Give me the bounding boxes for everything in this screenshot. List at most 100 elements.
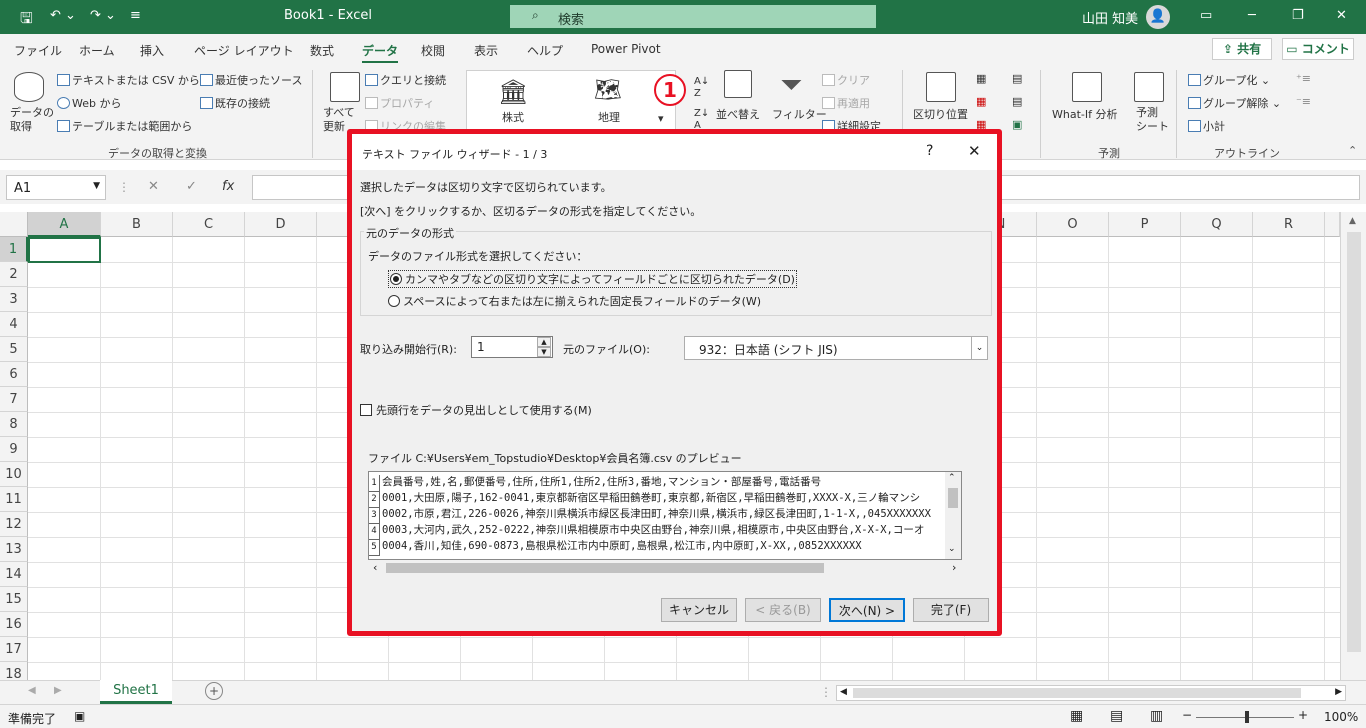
header-checkbox[interactable]: 先頭行をデータの見出しとして使用する(M): [360, 402, 592, 418]
sort-az-icon[interactable]: A↓ Z: [694, 76, 709, 100]
consolidate-icon[interactable]: ▤: [1012, 72, 1022, 85]
column-header[interactable]: Q: [1181, 212, 1253, 237]
name-box-dropdown-icon[interactable]: ▼: [93, 181, 100, 191]
row-header[interactable]: 1: [0, 237, 28, 262]
preview-vscroll-thumb[interactable]: [948, 488, 958, 508]
page-break-view-icon[interactable]: ▥: [1150, 708, 1163, 724]
start-row-spinner[interactable]: 1 ▲ ▼: [471, 336, 553, 358]
horizontal-scroll-thumb[interactable]: [853, 688, 1301, 698]
spin-down-icon[interactable]: ▼: [537, 347, 551, 357]
row-header[interactable]: 15: [0, 587, 28, 612]
minimize-icon[interactable]: ─: [1248, 8, 1256, 23]
save-icon[interactable]: 🖫: [20, 8, 33, 33]
preview-scroll-left-icon[interactable]: ‹: [373, 561, 377, 574]
column-header[interactable]: C: [173, 212, 245, 237]
dialog-close-icon[interactable]: ✕: [968, 142, 981, 160]
macro-record-icon[interactable]: ▣: [74, 709, 85, 723]
forecast-sheet-button[interactable]: 予測 シート: [1136, 106, 1169, 134]
text-to-columns-button[interactable]: 区切り位置: [913, 106, 968, 122]
avatar[interactable]: 👤: [1146, 5, 1170, 29]
row-header[interactable]: 6: [0, 362, 28, 387]
tab-view[interactable]: 表示: [474, 42, 498, 59]
preview-hscroll[interactable]: ‹ ›: [368, 560, 962, 576]
row-header[interactable]: 7: [0, 387, 28, 412]
row-header[interactable]: 2: [0, 262, 28, 287]
row-header[interactable]: 9: [0, 437, 28, 462]
cancel-button[interactable]: キャンセル: [661, 598, 737, 622]
row-header[interactable]: 16: [0, 612, 28, 637]
row-header[interactable]: 11: [0, 487, 28, 512]
row-header[interactable]: 10: [0, 462, 28, 487]
name-box[interactable]: A1 ▼: [6, 175, 106, 200]
what-if-button[interactable]: What-If 分析: [1052, 106, 1117, 122]
queries-connections-button[interactable]: クエリと接続: [365, 72, 446, 88]
geography-button[interactable]: 地理: [598, 109, 620, 125]
text-csv-button[interactable]: テキストまたは CSV から: [57, 72, 200, 88]
sort-button[interactable]: 並べ替え: [716, 106, 760, 122]
row-header[interactable]: 8: [0, 412, 28, 437]
prev-sheet-icon[interactable]: ◀: [28, 685, 36, 696]
preview-scroll-right-icon[interactable]: ›: [952, 561, 956, 574]
comments-button[interactable]: ▭ コメント: [1282, 38, 1354, 60]
tab-formulas[interactable]: 数式: [310, 42, 334, 59]
zoom-out-icon[interactable]: −: [1182, 708, 1192, 722]
stocks-button[interactable]: 株式: [502, 109, 524, 125]
radio-delimited[interactable]: カンマやタブなどの区切り文字によってフィールドごとに区切られたデータ(D): [388, 270, 797, 288]
tab-help[interactable]: ヘルプ: [527, 42, 563, 59]
restore-icon[interactable]: ❐: [1292, 8, 1304, 23]
close-window-icon[interactable]: ✕: [1336, 8, 1347, 23]
column-header[interactable]: R: [1253, 212, 1325, 237]
back-button[interactable]: < 戻る(B): [745, 598, 821, 622]
scroll-left-icon[interactable]: ◀: [840, 687, 847, 697]
cancel-entry-icon[interactable]: ✕: [148, 179, 159, 194]
gallery-more-icon[interactable]: ▾: [658, 112, 664, 125]
table-range-button[interactable]: テーブルまたは範囲から: [57, 118, 192, 134]
column-header[interactable]: P: [1109, 212, 1181, 237]
vertical-scrollbar[interactable]: ▲: [1340, 212, 1366, 680]
show-detail-icon[interactable]: ⁺≡: [1296, 72, 1311, 85]
row-header[interactable]: 4: [0, 312, 28, 337]
flash-fill-icon[interactable]: ▦: [976, 72, 986, 85]
zoom-slider-thumb[interactable]: [1245, 711, 1249, 723]
help-icon[interactable]: ?: [926, 143, 933, 159]
preview-hscroll-thumb[interactable]: [386, 563, 824, 573]
tab-page-layout[interactable]: ページ レイアウト: [194, 42, 294, 59]
hide-detail-icon[interactable]: ⁻≡: [1296, 95, 1311, 108]
tab-split-handle-icon[interactable]: ⋮: [820, 685, 832, 699]
sheet-tab[interactable]: Sheet1: [100, 680, 172, 704]
page-layout-view-icon[interactable]: ▤: [1110, 708, 1123, 724]
user-name[interactable]: 山田 知美: [1082, 8, 1138, 27]
row-header[interactable]: 3: [0, 287, 28, 312]
zoom-in-icon[interactable]: +: [1298, 708, 1308, 722]
row-header[interactable]: 12: [0, 512, 28, 537]
column-header[interactable]: O: [1037, 212, 1109, 237]
ribbon-display-icon[interactable]: ▭: [1200, 8, 1212, 23]
properties-button[interactable]: プロパティ: [365, 95, 434, 111]
tab-file[interactable]: ファイル: [14, 42, 62, 59]
file-origin-select[interactable]: 932：日本語 (シフト JIS) ⌄: [684, 336, 988, 360]
data-preview[interactable]: 1 会員番号,姓,名,郵便番号,住所,住所1,住所2,住所3,番地,マンション・部…: [368, 471, 962, 560]
subtotal-button[interactable]: 小計: [1188, 118, 1225, 134]
search-box[interactable]: ⌕ 検索: [510, 5, 876, 28]
existing-connections-button[interactable]: 既存の接続: [200, 95, 270, 111]
spin-up-icon[interactable]: ▲: [537, 337, 551, 347]
ungroup-button[interactable]: グループ解除 ⌄: [1188, 95, 1281, 111]
remove-duplicates-icon[interactable]: ▦: [976, 95, 986, 108]
select-all-corner[interactable]: [0, 212, 28, 237]
tab-data[interactable]: データ: [362, 42, 399, 63]
collapse-ribbon-icon[interactable]: ⌃: [1348, 144, 1357, 157]
customize-qat-icon[interactable]: ≡: [130, 8, 141, 23]
radio-fixed-width[interactable]: スペースによって右または左に揃えられた固定長フィールドのデータ(W): [388, 293, 761, 309]
next-button[interactable]: 次へ(N) >: [829, 598, 905, 622]
zoom-level[interactable]: 100%: [1324, 710, 1358, 724]
confirm-entry-icon[interactable]: ✓: [186, 179, 197, 194]
column-header[interactable]: A: [28, 212, 101, 237]
reapply-button[interactable]: 再適用: [822, 95, 870, 111]
preview-vscroll[interactable]: ⌃ ⌄: [945, 472, 961, 559]
normal-view-icon[interactable]: ▦: [1070, 708, 1083, 724]
finish-button[interactable]: 完了(F): [913, 598, 989, 622]
row-header[interactable]: 17: [0, 637, 28, 662]
group-button[interactable]: グループ化 ⌄: [1188, 72, 1270, 88]
clear-button[interactable]: クリア: [822, 72, 870, 88]
row-header[interactable]: 18: [0, 662, 28, 680]
